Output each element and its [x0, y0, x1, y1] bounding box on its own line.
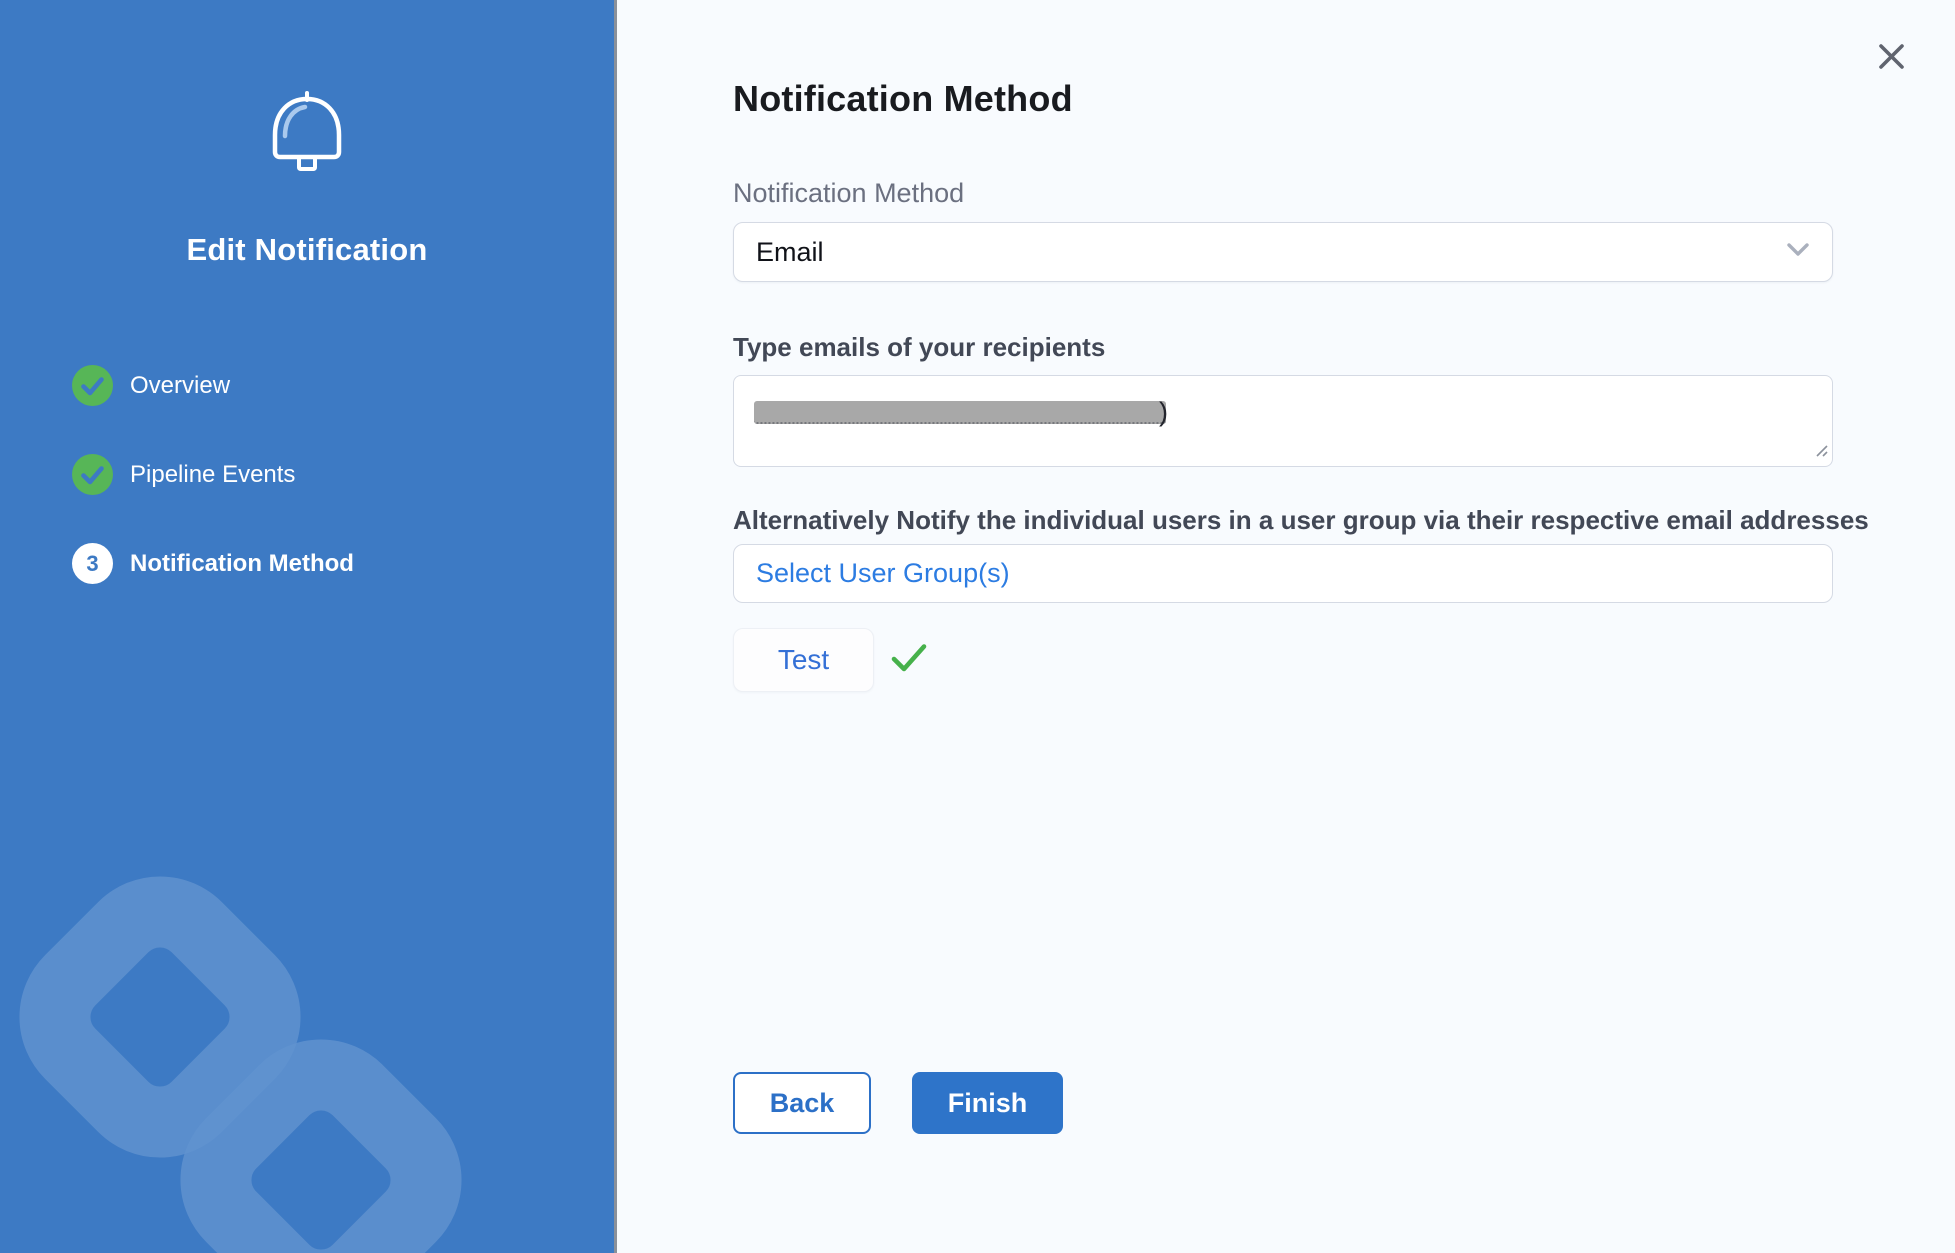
test-button[interactable]: Test	[733, 628, 874, 692]
notification-method-panel: Notification Method Notification Method …	[617, 0, 1955, 1253]
sidebar-step-overview[interactable]: Overview	[72, 365, 614, 406]
test-row: Test	[733, 628, 1955, 692]
finish-button[interactable]: Finish	[912, 1072, 1063, 1134]
selected-method-value: Email	[756, 237, 1786, 268]
back-button[interactable]: Back	[733, 1072, 871, 1134]
wizard-sidebar: Edit Notification Overview	[0, 0, 617, 1253]
step-complete-icon	[72, 454, 113, 495]
select-user-groups-button[interactable]: Select User Group(s)	[733, 544, 1833, 603]
test-success-check-icon	[891, 643, 927, 678]
step-number-badge: 3	[72, 543, 113, 584]
resize-handle[interactable]	[1814, 443, 1829, 463]
recipients-textarea[interactable]: )	[733, 375, 1833, 467]
bell-icon	[266, 90, 348, 176]
brand-watermark	[0, 693, 614, 1253]
wizard-title: Edit Notification	[0, 232, 614, 268]
method-field-label: Notification Method	[733, 178, 1955, 209]
step-label: Notification Method	[130, 550, 354, 578]
step-label: Pipeline Events	[130, 461, 295, 489]
page-title: Notification Method	[733, 0, 1955, 120]
step-complete-icon	[72, 365, 113, 406]
redacted-email-value	[754, 401, 1166, 424]
select-user-groups-label: Select User Group(s)	[756, 558, 1010, 589]
recipients-field-label: Type emails of your recipients	[733, 332, 1955, 363]
wizard-steps: Overview Pipeline Events 3 Notification …	[0, 365, 614, 584]
user-group-hint-label: Alternatively Notify the individual user…	[733, 505, 1955, 536]
edit-notification-modal: Edit Notification Overview	[0, 0, 1955, 1253]
wizard-footer: Back Finish	[733, 1072, 1063, 1134]
sidebar-step-pipeline-events[interactable]: Pipeline Events	[72, 454, 614, 495]
sidebar-step-notification-method[interactable]: 3 Notification Method	[72, 543, 614, 584]
step-label: Overview	[130, 372, 230, 400]
chevron-down-icon	[1786, 242, 1810, 263]
close-icon[interactable]	[1875, 40, 1907, 72]
notification-method-select[interactable]: Email	[733, 222, 1833, 282]
redacted-email-suffix: )	[1159, 397, 1168, 428]
